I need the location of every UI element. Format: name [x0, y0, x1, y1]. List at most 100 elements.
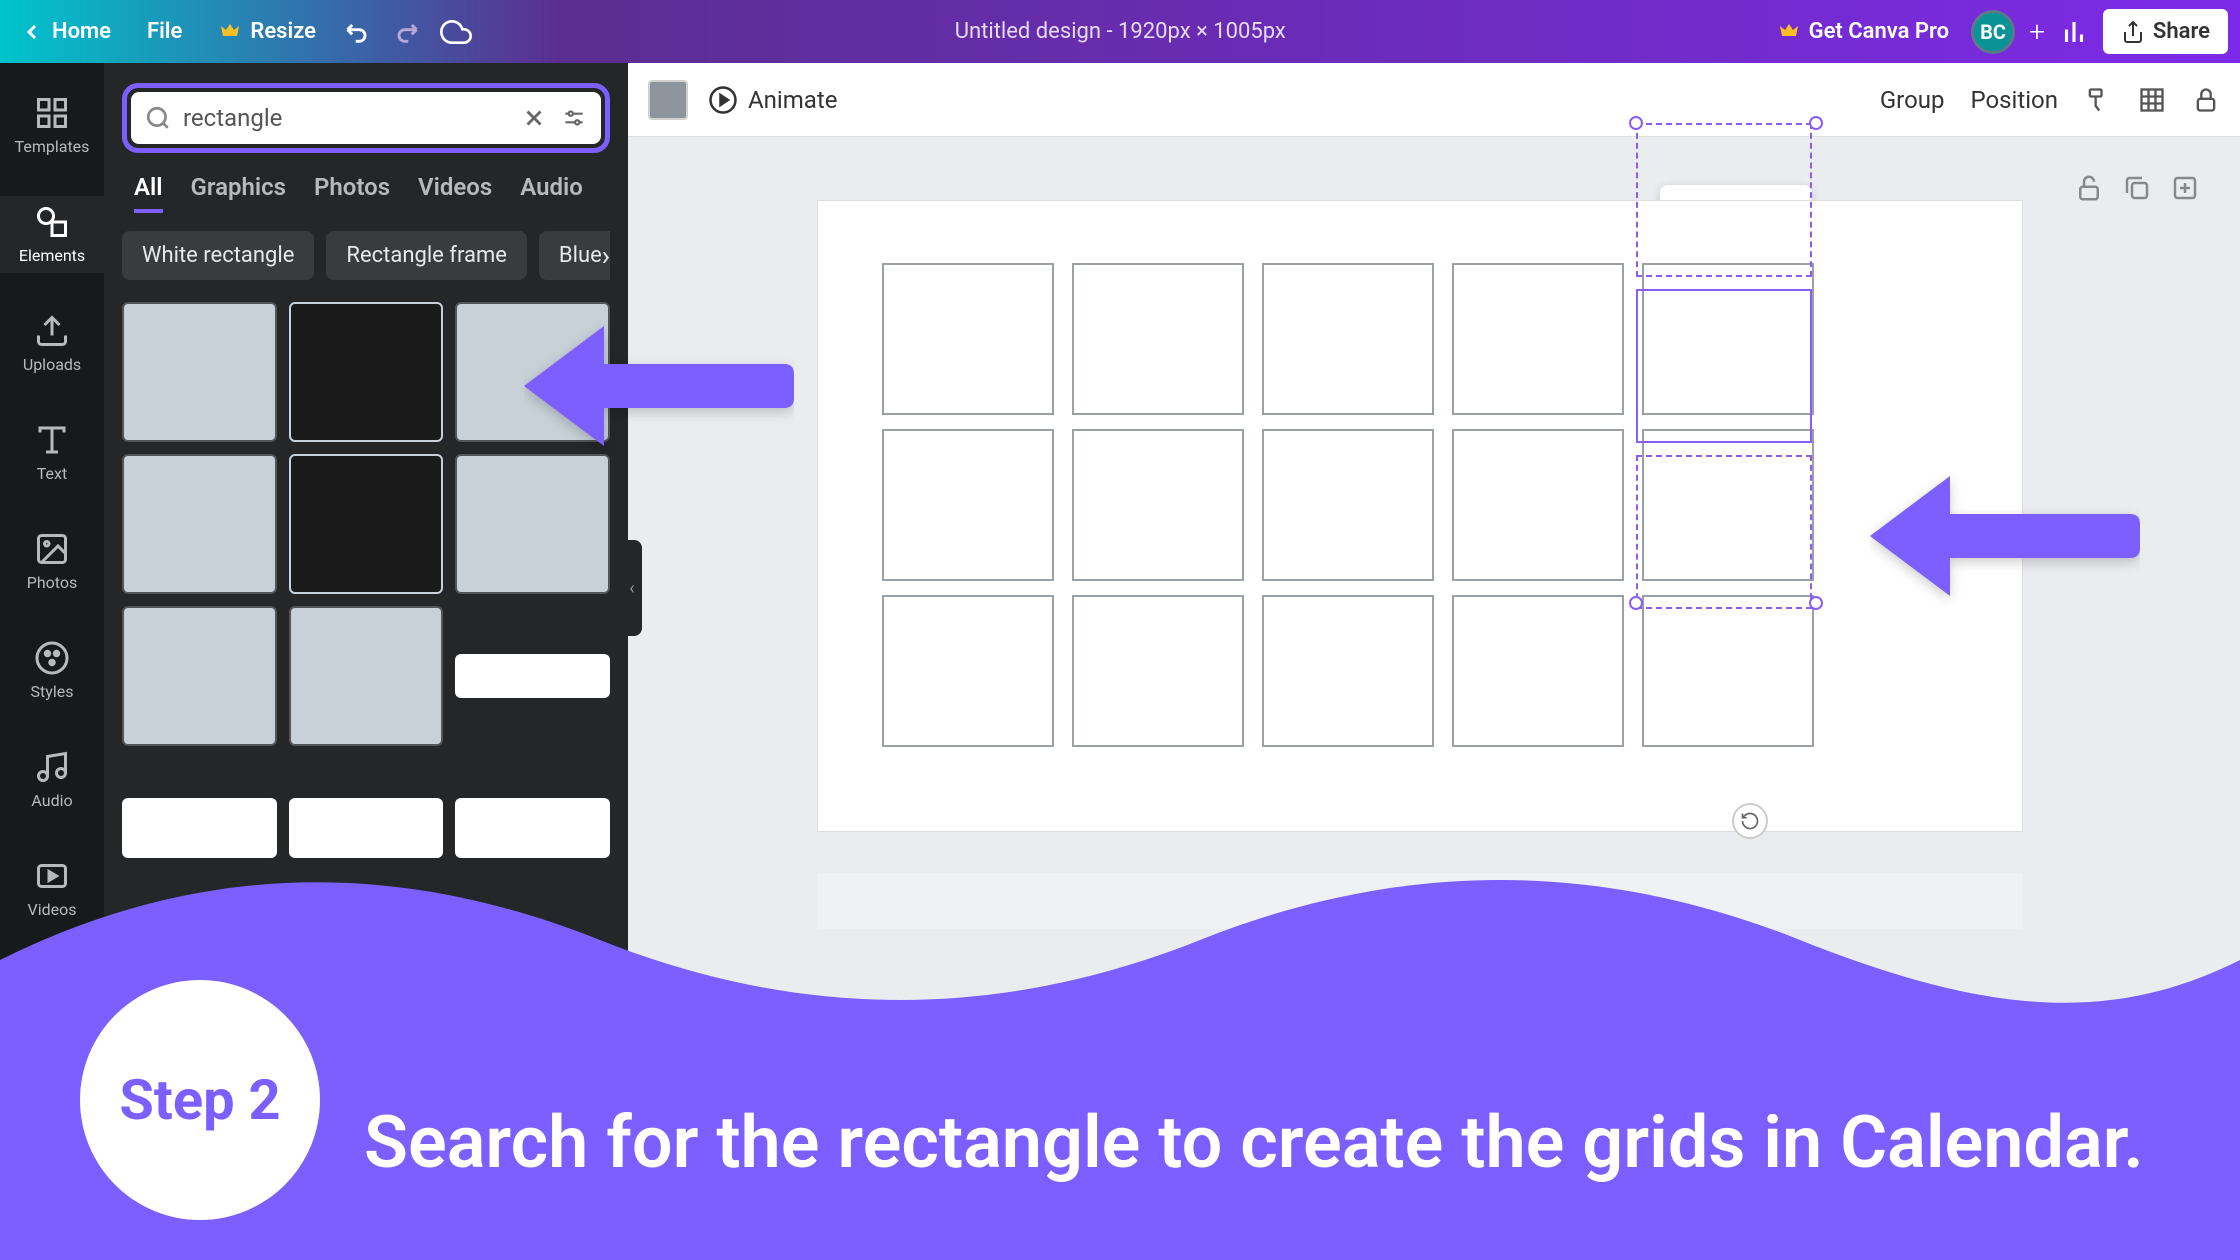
- rail-elements[interactable]: Elements: [0, 196, 104, 273]
- document-title[interactable]: Untitled design - 1920px × 1005px: [488, 19, 1753, 44]
- chip-rectangle-frame[interactable]: Rectangle frame: [326, 231, 526, 280]
- grid-cell[interactable]: [1262, 429, 1434, 581]
- result-rectangle[interactable]: [122, 606, 277, 746]
- step-badge: Step 2: [80, 980, 320, 1220]
- caption-text: Search for the rectangle to create the g…: [364, 1096, 2180, 1190]
- search-highlight: [122, 83, 610, 153]
- add-member-icon[interactable]: +: [2029, 15, 2045, 48]
- result-rectangle[interactable]: [122, 454, 277, 594]
- top-bar: Home File Resize Untitled design - 1920p…: [0, 0, 2240, 63]
- selection-overlay: [1636, 123, 1816, 603]
- chevron-left-icon: [20, 20, 44, 44]
- grid-cell[interactable]: [882, 263, 1054, 415]
- tab-audio[interactable]: Audio: [520, 173, 583, 213]
- tutorial-caption: Step 2 Search for the rectangle to creat…: [0, 840, 2240, 1260]
- clear-search-icon[interactable]: [521, 105, 547, 131]
- resize-handle[interactable]: [1809, 116, 1823, 130]
- animate-icon: [708, 85, 738, 115]
- home-label: Home: [52, 19, 111, 44]
- group-button[interactable]: Group: [1880, 86, 1945, 114]
- search-icon: [145, 105, 171, 131]
- fill-color-swatch[interactable]: [648, 80, 688, 120]
- add-page-icon[interactable]: [2170, 173, 2200, 203]
- annotation-arrow-icon: [1870, 466, 2140, 606]
- resize-handle[interactable]: [1629, 116, 1643, 130]
- styles-icon: [34, 640, 70, 676]
- grid-cell[interactable]: [1642, 595, 1814, 747]
- rail-audio[interactable]: Audio: [0, 741, 104, 818]
- animate-button[interactable]: Animate: [708, 85, 837, 115]
- grid-cell[interactable]: [1262, 263, 1434, 415]
- result-rectangle[interactable]: [122, 302, 277, 442]
- rail-templates[interactable]: Templates: [0, 87, 104, 164]
- tab-all[interactable]: All: [134, 173, 163, 213]
- share-button[interactable]: Share: [2103, 9, 2228, 54]
- filter-icon[interactable]: [561, 105, 587, 131]
- tab-graphics[interactable]: Graphics: [191, 173, 286, 213]
- uploads-icon: [34, 313, 70, 349]
- grid-cell[interactable]: [1452, 595, 1624, 747]
- rail-uploads[interactable]: Uploads: [0, 305, 104, 382]
- result-rectangle[interactable]: [289, 454, 444, 594]
- elements-icon: [34, 204, 70, 240]
- rail-text[interactable]: Text: [0, 414, 104, 491]
- grid-cell[interactable]: [1072, 595, 1244, 747]
- resize-handle[interactable]: [1629, 596, 1643, 610]
- rail-styles[interactable]: Styles: [0, 632, 104, 709]
- file-menu[interactable]: File: [139, 13, 190, 50]
- templates-icon: [34, 95, 70, 131]
- audio-icon: [34, 749, 70, 785]
- search-box[interactable]: [131, 92, 601, 144]
- analytics-icon[interactable]: [2059, 17, 2089, 47]
- chip-blue[interactable]: Blue: [539, 231, 610, 280]
- resize-handle[interactable]: [1809, 596, 1823, 610]
- collapse-panel-handle[interactable]: ‹: [622, 540, 642, 636]
- transparency-icon[interactable]: [2138, 86, 2166, 114]
- undo-icon[interactable]: [344, 18, 372, 46]
- share-icon: [2121, 20, 2145, 44]
- grid-cell[interactable]: [1452, 429, 1624, 581]
- crown-icon: [1777, 20, 1801, 44]
- rotate-icon: [1740, 811, 1760, 831]
- avatar[interactable]: BC: [1971, 10, 2015, 54]
- result-rectangle[interactable]: [455, 454, 610, 594]
- grid-cell[interactable]: [882, 595, 1054, 747]
- lock-icon[interactable]: [2192, 86, 2220, 114]
- chip-white-rectangle[interactable]: White rectangle: [122, 231, 314, 280]
- selected-element[interactable]: [1636, 289, 1812, 443]
- redo-icon[interactable]: [392, 18, 420, 46]
- result-rectangle[interactable]: [455, 654, 610, 698]
- rail-photos[interactable]: Photos: [0, 523, 104, 600]
- canvas-page[interactable]: [818, 201, 2022, 831]
- duplicate-page-icon[interactable]: [2122, 173, 2152, 203]
- text-icon: [34, 422, 70, 458]
- result-tabs: All Graphics Photos Videos Audio: [122, 173, 610, 213]
- canva-pro-button[interactable]: Get Canva Pro: [1769, 13, 1958, 50]
- grid-cell[interactable]: [1452, 263, 1624, 415]
- resize-button[interactable]: Resize: [210, 13, 324, 50]
- search-input[interactable]: [183, 104, 509, 132]
- tab-videos[interactable]: Videos: [418, 173, 492, 213]
- tab-photos[interactable]: Photos: [314, 173, 390, 213]
- grid-cell[interactable]: [1072, 263, 1244, 415]
- rotate-handle[interactable]: [1732, 803, 1768, 839]
- selected-element[interactable]: [1636, 123, 1812, 277]
- selected-element[interactable]: [1636, 455, 1812, 609]
- suggestion-chips: White rectangle Rectangle frame Blue ›: [122, 231, 610, 280]
- annotation-arrow-icon: [524, 316, 794, 456]
- cloud-sync-icon[interactable]: [440, 16, 472, 48]
- result-rectangle[interactable]: [289, 606, 444, 746]
- grid-cell[interactable]: [882, 429, 1054, 581]
- result-rectangle[interactable]: [289, 302, 444, 442]
- copy-style-icon[interactable]: [2084, 86, 2112, 114]
- back-button[interactable]: Home: [12, 13, 119, 50]
- grid-cell[interactable]: [1072, 429, 1244, 581]
- page-tools: [2074, 173, 2200, 203]
- position-button[interactable]: Position: [1970, 86, 2058, 114]
- grid-cell[interactable]: [1262, 595, 1434, 747]
- photos-icon: [34, 531, 70, 567]
- crown-icon: [218, 20, 242, 44]
- chips-scroll-right-icon[interactable]: ›: [602, 239, 610, 272]
- canvas-toolbar: Animate Group Position: [628, 63, 2240, 137]
- unlock-page-icon[interactable]: [2074, 173, 2104, 203]
